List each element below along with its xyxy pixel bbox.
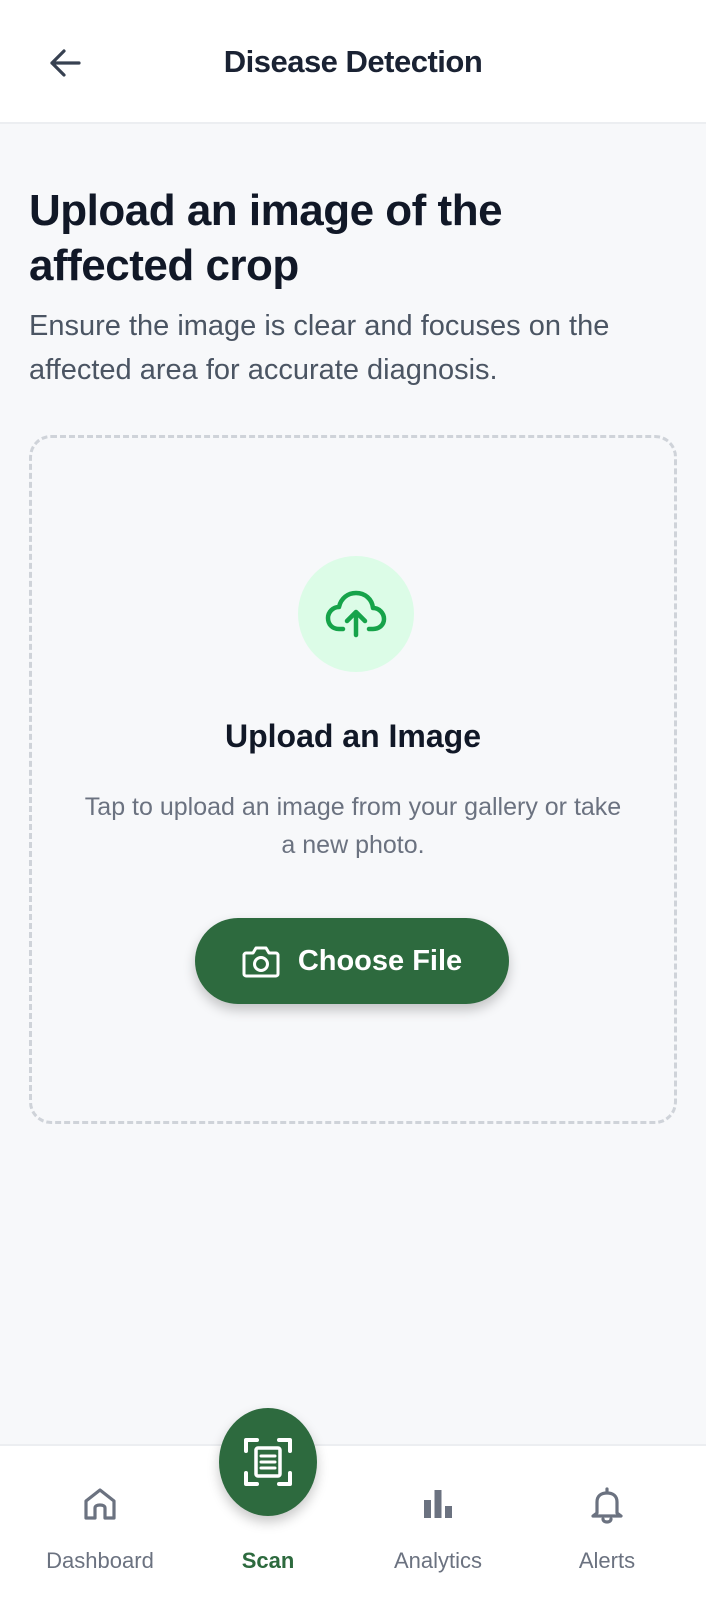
page-title: Disease Detection	[223, 44, 483, 79]
nav-item-dashboard[interactable]: Dashboard	[12, 1446, 188, 1600]
upload-icon-badge	[298, 556, 414, 672]
app-screen: Disease Detection Upload an image of the…	[0, 0, 706, 1600]
scan-document-icon	[244, 1438, 292, 1486]
bar-chart-icon	[424, 1490, 452, 1518]
camera-icon	[242, 946, 280, 978]
image-upload-dropzone[interactable]: Upload an Image Tap to upload an image f…	[29, 435, 677, 1124]
nav-label-alerts: Alerts	[578, 1548, 636, 1573]
bell-icon	[591, 1487, 623, 1524]
top-app-bar: Disease Detection	[0, 0, 706, 124]
upload-title: Upload an Image	[224, 718, 482, 754]
upload-heading: Upload an image of the affected crop	[29, 186, 503, 290]
upload-description: Tap to upload an image from your gallery…	[84, 793, 622, 859]
choose-file-label: Choose File	[297, 944, 463, 977]
nav-item-alerts[interactable]: Alerts	[519, 1446, 695, 1600]
nav-label-scan: Scan	[241, 1548, 295, 1573]
nav-label-dashboard: Dashboard	[46, 1548, 154, 1573]
bottom-navigation: Dashboard Scan Analytics Alerts	[0, 1444, 706, 1600]
scan-fab-button[interactable]	[219, 1408, 317, 1516]
choose-file-button[interactable]: Choose File	[195, 918, 509, 1004]
nav-item-analytics[interactable]: Analytics	[350, 1446, 526, 1600]
upload-instructions: Ensure the image is clear and focuses on…	[29, 310, 610, 386]
nav-label-analytics: Analytics	[393, 1548, 483, 1573]
cloud-upload-icon	[325, 590, 387, 638]
home-icon	[84, 1488, 116, 1520]
